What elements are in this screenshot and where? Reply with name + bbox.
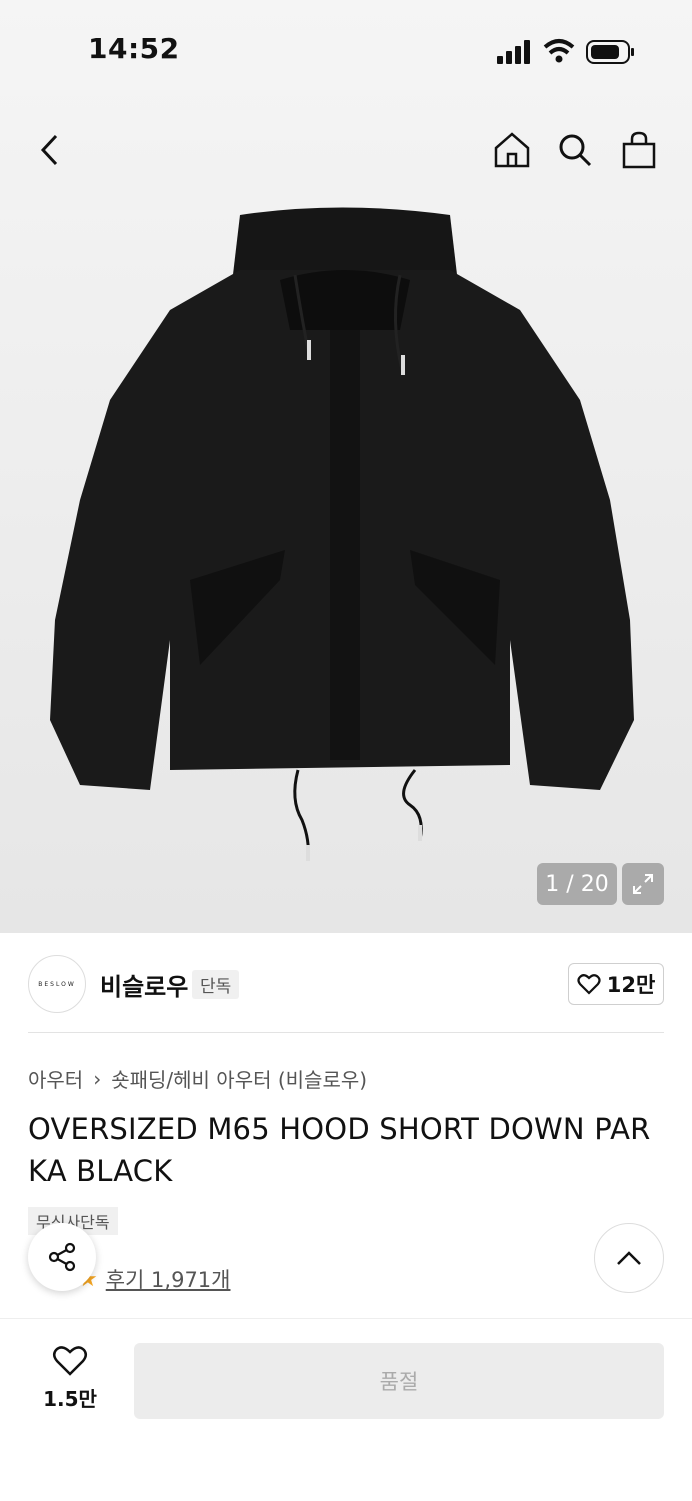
bottom-action-bar: 1.5만 품절 [0,1318,692,1501]
top-navigation [0,118,692,182]
product-image-jacket [50,207,634,861]
status-time: 14:52 [88,32,180,65]
heart-icon [53,1346,87,1376]
search-icon [559,134,592,167]
wifi-icon [543,39,575,63]
reviews-link[interactable]: 후기 1,971개 [106,1264,231,1294]
wishlist-button[interactable]: 1.5만 [30,1345,110,1415]
chevron-up-icon [617,1251,641,1265]
signal-icon [497,40,530,64]
search-button[interactable] [553,128,597,172]
brand-row: BESLOW 비슬로우 단독 12만 [0,933,692,1033]
status-bar: 14:52 [0,0,692,100]
breadcrumb-category[interactable]: 아우터 [28,1064,83,1093]
divider [28,1032,664,1033]
image-counter: 1 / 20 [537,863,617,905]
expand-icon [633,874,653,894]
home-icon [494,132,530,168]
breadcrumb-subcategory[interactable]: 숏패딩/헤비 아우터 (비슬로우) [111,1064,367,1093]
sold-out-button[interactable]: 품절 [134,1343,664,1419]
share-button[interactable] [28,1223,96,1291]
product-title: OVERSIZED M65 HOOD SHORT DOWN PARKA BLAC… [28,1112,651,1188]
brand-logo[interactable]: BESLOW [28,955,86,1013]
chevron-left-icon [40,134,58,166]
wishlist-count: 1.5만 [43,1387,97,1411]
cart-button[interactable] [617,128,661,172]
heart-icon [577,974,601,995]
chevron-right-icon: › [93,1066,102,1091]
scroll-top-button[interactable] [594,1223,664,1293]
share-icon [48,1242,76,1272]
brand-like-button[interactable]: 12만 [568,963,664,1005]
home-button[interactable] [490,128,534,172]
breadcrumb: 아우터 › 숏패딩/헤비 아우터 (비슬로우) [28,1064,367,1093]
expand-image-button[interactable] [622,863,664,905]
brand-like-count: 12만 [606,973,656,997]
exclusive-tag: 단독 [192,970,240,999]
brand-name[interactable]: 비슬로우 [100,967,188,1002]
shopping-bag-icon [622,131,656,169]
battery-icon [586,40,634,64]
back-button[interactable] [28,128,72,172]
